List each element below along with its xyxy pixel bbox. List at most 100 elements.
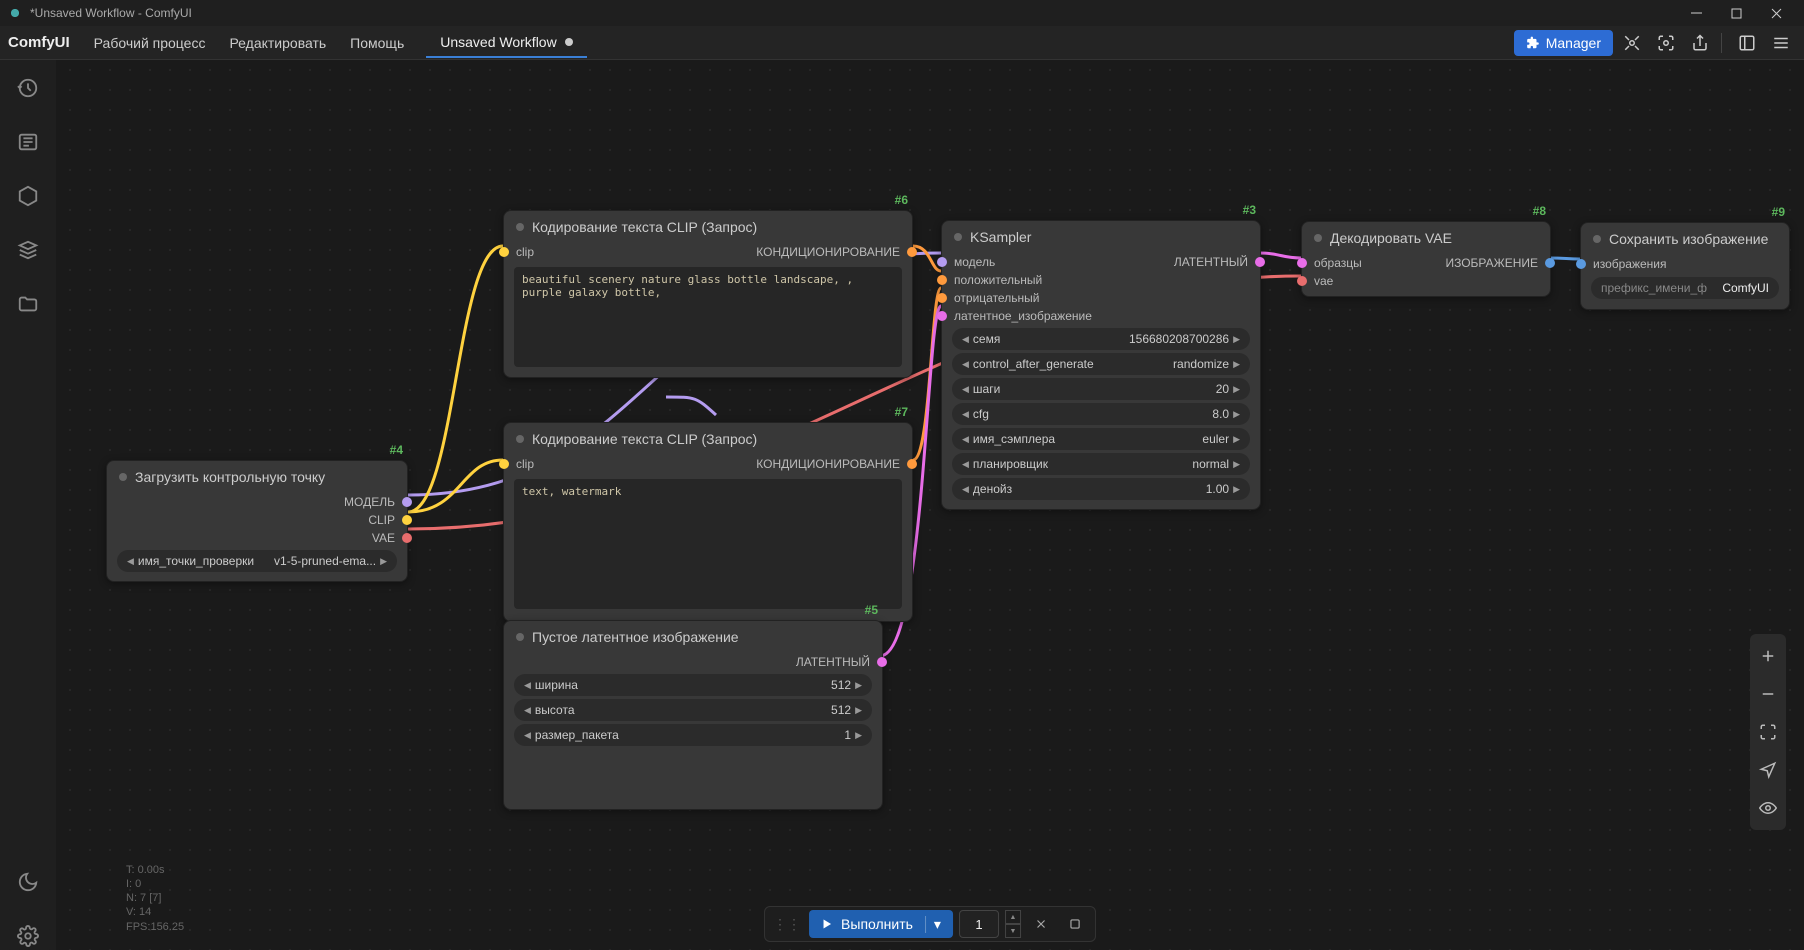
fit-view-icon[interactable] <box>1651 28 1681 58</box>
zoom-in-icon[interactable] <box>1756 644 1780 668</box>
left-sidebar <box>0 60 56 950</box>
out-model: МОДЕЛЬ <box>344 495 395 509</box>
node-title: Декодировать VAE <box>1330 230 1452 246</box>
node-clip-positive[interactable]: #6 Кодирование текста CLIP (Запрос) clip… <box>503 210 913 378</box>
hamburger-icon[interactable] <box>1766 28 1796 58</box>
stats: T: 0.00sI: 0N: 7 [7]V: 14FPS:156.25 <box>126 863 184 934</box>
node-id: #8 <box>1533 204 1546 218</box>
in-latent: латентное_изображение <box>954 309 1092 323</box>
folder-icon[interactable] <box>14 290 42 318</box>
in-samples: образцы <box>1314 256 1362 270</box>
tab-label: Unsaved Workflow <box>440 34 556 50</box>
dirty-indicator-icon <box>565 38 573 46</box>
node-id: #7 <box>895 405 908 419</box>
action-bar: ⋮⋮ Выполнить ▾ 1 ▲▼ <box>764 906 1096 942</box>
text-prompt[interactable]: beautiful scenery nature glass bottle la… <box>514 267 902 367</box>
widget-cfg[interactable]: ◀cfg8.0▶ <box>952 403 1250 425</box>
widget-scheduler[interactable]: ◀планировщикnormal▶ <box>952 453 1250 475</box>
app-icon <box>8 6 22 20</box>
canvas[interactable]: #4 Загрузить контрольную точку МОДЕЛЬ CL… <box>56 60 1804 950</box>
widget-denoise[interactable]: ◀денойз1.00▶ <box>952 478 1250 500</box>
widget-cag[interactable]: ◀control_after_generaterandomize▶ <box>952 353 1250 375</box>
text-prompt[interactable]: text, watermark <box>514 479 902 609</box>
cancel-icon[interactable] <box>1027 910 1055 938</box>
widget-sampler[interactable]: ◀имя_сэмплераeuler▶ <box>952 428 1250 450</box>
close-button[interactable] <box>1756 0 1796 26</box>
widget-steps[interactable]: ◀шаги20▶ <box>952 378 1250 400</box>
out-cond: КОНДИЦИОНИРОВАНИЕ <box>756 245 900 259</box>
widget-batch[interactable]: ◀размер_пакета1▶ <box>514 724 872 746</box>
nodes-icon[interactable] <box>14 182 42 210</box>
node-title: KSampler <box>970 229 1031 245</box>
fit-icon[interactable] <box>1756 720 1780 744</box>
widget-height[interactable]: ◀высота512▶ <box>514 699 872 721</box>
node-clip-negative[interactable]: #7 Кодирование текста CLIP (Запрос) clip… <box>503 422 913 622</box>
node-id: #9 <box>1772 205 1785 219</box>
widget-checkpoint[interactable]: ◀имя_точки_проверкиv1-5-pruned-ema...▶ <box>117 550 397 572</box>
locate-icon[interactable] <box>1756 758 1780 782</box>
batch-spinner[interactable]: ▲▼ <box>1005 910 1021 938</box>
in-positive: положительный <box>954 273 1042 287</box>
node-id: #5 <box>865 603 878 617</box>
maximize-button[interactable] <box>1716 0 1756 26</box>
manager-button[interactable]: Manager <box>1514 30 1613 56</box>
run-label: Выполнить <box>841 916 913 932</box>
menu-help[interactable]: Помощь <box>338 29 416 57</box>
play-icon <box>821 918 833 930</box>
in-vae: vae <box>1314 274 1333 288</box>
stop-icon[interactable] <box>1061 910 1089 938</box>
models-icon[interactable] <box>14 236 42 264</box>
batch-count[interactable]: 1 <box>959 910 999 938</box>
menu-edit[interactable]: Редактировать <box>217 29 338 57</box>
node-title: Загрузить контрольную точку <box>135 469 325 485</box>
queue-icon[interactable] <box>14 128 42 156</box>
puzzle-icon <box>1526 36 1540 50</box>
node-title: Сохранить изображение <box>1609 231 1768 247</box>
in-clip: clip <box>516 457 534 471</box>
settings-icon[interactable] <box>14 922 42 950</box>
out-latent: ЛАТЕНТНЫЙ <box>796 655 870 669</box>
share-icon[interactable] <box>1685 28 1715 58</box>
node-title: Пустое латентное изображение <box>532 629 739 645</box>
float-toolbar <box>1750 634 1786 830</box>
window-title: *Unsaved Workflow - ComfyUI <box>30 6 192 20</box>
out-cond: КОНДИЦИОНИРОВАНИЕ <box>756 457 900 471</box>
tab-unsaved[interactable]: Unsaved Workflow <box>426 28 586 58</box>
node-vae-decode[interactable]: #8 Декодировать VAE образцыИЗОБРАЖЕНИЕ v… <box>1301 221 1551 297</box>
in-model: модель <box>954 255 995 269</box>
node-title: Кодирование текста CLIP (Запрос) <box>532 219 757 235</box>
theme-icon[interactable] <box>14 868 42 896</box>
titlebar: *Unsaved Workflow - ComfyUI <box>0 0 1804 26</box>
node-load-checkpoint[interactable]: #4 Загрузить контрольную точку МОДЕЛЬ CL… <box>106 460 408 582</box>
node-empty-latent[interactable]: #5 Пустое латентное изображение ЛАТЕНТНЫ… <box>503 620 883 810</box>
in-images: изображения <box>1593 257 1667 271</box>
minimize-button[interactable] <box>1676 0 1716 26</box>
chevron-down-icon: ▾ <box>925 916 941 933</box>
menu-workflow[interactable]: Рабочий процесс <box>82 29 218 57</box>
widget-width[interactable]: ◀ширина512▶ <box>514 674 872 696</box>
out-vae: VAE <box>372 531 395 545</box>
zoom-out-icon[interactable] <box>1756 682 1780 706</box>
out-clip: CLIP <box>368 513 395 527</box>
brand: ComfyUI <box>8 34 70 51</box>
in-negative: отрицательный <box>954 291 1039 305</box>
panel-toggle-icon[interactable] <box>1732 28 1762 58</box>
widget-seed[interactable]: ◀семя156680208700286▶ <box>952 328 1250 350</box>
node-ksampler[interactable]: #3 KSampler модельЛАТЕНТНЫЙ положительны… <box>941 220 1261 510</box>
input-prefix[interactable]: префикс_имени_фComfyUI <box>1591 277 1779 299</box>
history-icon[interactable] <box>14 74 42 102</box>
node-title: Кодирование текста CLIP (Запрос) <box>532 431 757 447</box>
node-save-image[interactable]: #9 Сохранить изображение изображения пре… <box>1580 222 1790 310</box>
eye-icon[interactable] <box>1756 796 1780 820</box>
run-button[interactable]: Выполнить ▾ <box>809 910 953 938</box>
workspace: #4 Загрузить контрольную точку МОДЕЛЬ CL… <box>0 60 1804 950</box>
out-image: ИЗОБРАЖЕНИЕ <box>1445 256 1538 270</box>
node-id: #3 <box>1243 203 1256 217</box>
menubar: ComfyUI Рабочий процесс Редактировать По… <box>0 26 1804 60</box>
node-id: #4 <box>390 443 403 457</box>
divider <box>1721 33 1722 53</box>
node-id: #6 <box>895 193 908 207</box>
out-latent: ЛАТЕНТНЫЙ <box>1174 255 1248 269</box>
drag-handle-icon[interactable]: ⋮⋮ <box>771 916 803 933</box>
reset-view-icon[interactable] <box>1617 28 1647 58</box>
